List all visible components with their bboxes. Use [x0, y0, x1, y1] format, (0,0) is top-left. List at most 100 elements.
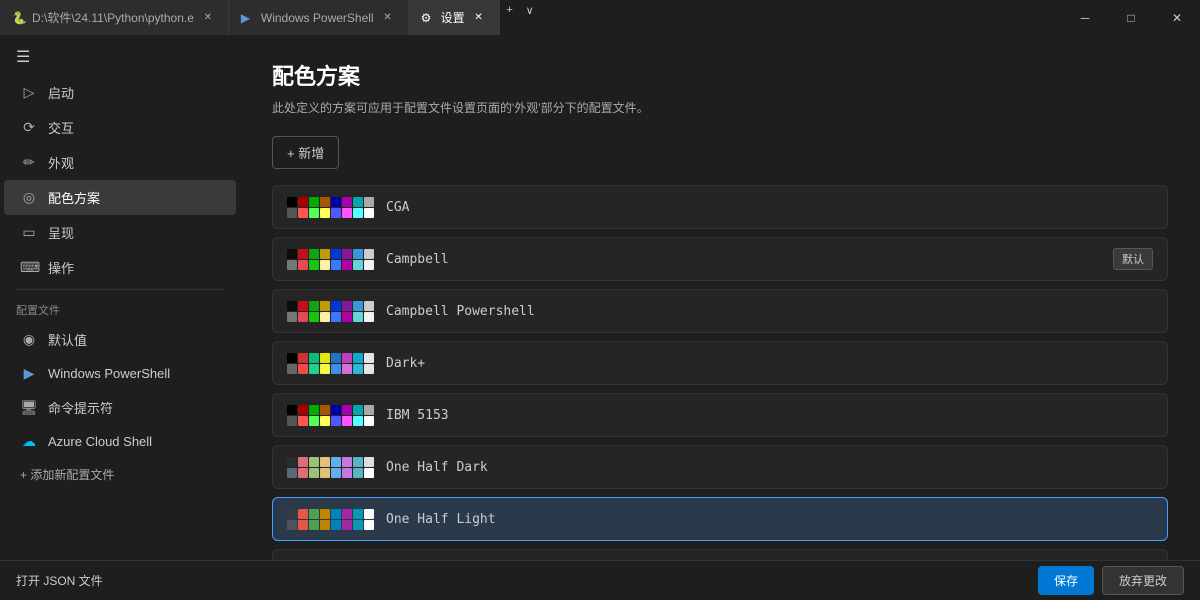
settings-tab-close[interactable]: ✕: [471, 10, 487, 26]
scheme-card-solarized-dark[interactable]: Solarized Dark: [272, 549, 1168, 560]
color-swatches-cga: [287, 197, 374, 218]
swatch: [309, 416, 319, 426]
swatch: [331, 405, 341, 415]
sidebar-item-appearance[interactable]: ✏ 外观: [4, 145, 236, 180]
settings-icon: ⚙: [421, 11, 435, 25]
sidebar-label-startup: 启动: [48, 83, 74, 102]
swatch: [331, 260, 341, 270]
sidebar-label-color-schemes: 配色方案: [48, 188, 100, 207]
swatch: [320, 468, 330, 478]
scheme-card-dark-plus[interactable]: Dark+: [272, 341, 1168, 385]
hamburger-icon[interactable]: ☰: [0, 39, 240, 75]
content-area: 配色方案 此处定义的方案可应用于配置文件设置页面的'外观'部分下的配置文件。 +…: [240, 35, 1200, 560]
powershell-tab[interactable]: ▶ Windows PowerShell ✕: [229, 0, 409, 35]
sidebar-add-profile[interactable]: + 添加新配置文件: [4, 458, 236, 491]
scheme-card-ibm-5153[interactable]: IBM 5153: [272, 393, 1168, 437]
swatch: [364, 457, 374, 467]
powershell-tab-close[interactable]: ✕: [380, 10, 396, 26]
sidebar-item-rendering[interactable]: ▭ 呈现: [4, 215, 236, 250]
close-button[interactable]: ✕: [1154, 0, 1200, 35]
swatch: [364, 509, 374, 519]
swatch: [287, 197, 297, 207]
swatch: [287, 260, 297, 270]
swatch: [320, 260, 330, 270]
scheme-card-one-half-dark[interactable]: One Half Dark: [272, 445, 1168, 489]
python-tab-close[interactable]: ✕: [200, 10, 216, 26]
open-json-button[interactable]: 打开 JSON 文件: [16, 572, 103, 589]
sidebar-label-cmd: 命令提示符: [48, 398, 113, 417]
minimize-button[interactable]: ─: [1062, 0, 1108, 35]
color-schemes-icon: ◎: [20, 189, 38, 206]
titlebar-tabs: 🐍 D:\软件\24.11\Python\python.e ✕ ▶ Window…: [0, 0, 1062, 35]
defaults-icon: ◉: [20, 331, 38, 348]
swatch: [353, 457, 363, 467]
swatch: [342, 197, 352, 207]
swatch: [331, 468, 341, 478]
sidebar-item-color-schemes[interactable]: ◎ 配色方案: [4, 180, 236, 215]
swatch: [353, 260, 363, 270]
interaction-icon: ⟳: [20, 119, 38, 136]
scheme-card-campbell[interactable]: Campbell默认: [272, 237, 1168, 281]
swatch: [287, 208, 297, 218]
swatch: [364, 468, 374, 478]
scheme-card-campbell-powershell[interactable]: Campbell Powershell: [272, 289, 1168, 333]
python-tab[interactable]: 🐍 D:\软件\24.11\Python\python.e ✕: [0, 0, 229, 35]
swatch: [309, 301, 319, 311]
swatch: [320, 208, 330, 218]
titlebar: 🐍 D:\软件\24.11\Python\python.e ✕ ▶ Window…: [0, 0, 1200, 35]
swatch: [298, 249, 308, 259]
swatch: [353, 208, 363, 218]
maximize-button[interactable]: □: [1108, 0, 1154, 35]
swatch: [298, 260, 308, 270]
swatch: [320, 197, 330, 207]
swatch: [298, 364, 308, 374]
discard-button[interactable]: 放弃更改: [1102, 566, 1184, 595]
swatch: [309, 197, 319, 207]
scheme-card-one-half-light[interactable]: One Half Light: [272, 497, 1168, 541]
swatch: [309, 353, 319, 363]
swatch: [342, 520, 352, 530]
startup-icon: ▷: [20, 84, 38, 101]
swatch: [331, 364, 341, 374]
swatch: [364, 197, 374, 207]
sidebar-item-cmd[interactable]: 🖥 命令提示符: [4, 390, 236, 425]
window-controls: ─ □ ✕: [1062, 0, 1200, 35]
swatch: [331, 197, 341, 207]
swatch: [320, 353, 330, 363]
swatch: [287, 520, 297, 530]
swatch: [320, 416, 330, 426]
swatch: [364, 405, 374, 415]
sidebar-label-windows-ps: Windows PowerShell: [48, 366, 170, 381]
swatch: [342, 249, 352, 259]
sidebar-item-interaction[interactable]: ⟳ 交互: [4, 110, 236, 145]
swatch: [320, 405, 330, 415]
add-scheme-button[interactable]: + 新增: [272, 136, 339, 169]
cmd-icon: 🖥: [20, 399, 38, 416]
sidebar-label-actions: 操作: [48, 258, 74, 277]
swatch: [287, 364, 297, 374]
sidebar-item-azure-shell[interactable]: ☁ Azure Cloud Shell: [4, 425, 236, 458]
sidebar-item-actions[interactable]: ⌨ 操作: [4, 250, 236, 285]
scheme-name: Campbell Powershell: [386, 304, 1153, 319]
swatch: [331, 509, 341, 519]
swatch: [353, 364, 363, 374]
swatch: [298, 520, 308, 530]
save-button[interactable]: 保存: [1038, 566, 1094, 595]
swatch: [287, 301, 297, 311]
swatch: [342, 260, 352, 270]
bottombar: 打开 JSON 文件 保存 放弃更改: [0, 560, 1200, 600]
scheme-list: CGA Campbell默认 Campbell Powershell Dark+ IBM…: [272, 185, 1168, 560]
swatch: [353, 405, 363, 415]
scheme-name: One Half Dark: [386, 460, 1153, 475]
scheme-card-cga[interactable]: CGA: [272, 185, 1168, 229]
settings-tab[interactable]: ⚙ 设置 ✕: [409, 0, 500, 35]
color-swatches-one-half-light: [287, 509, 374, 530]
sidebar-item-defaults[interactable]: ◉ 默认值: [4, 322, 236, 357]
sidebar-item-windows-ps[interactable]: ▶ Windows PowerShell: [4, 357, 236, 390]
color-swatches-one-half-dark: [287, 457, 374, 478]
swatch: [342, 208, 352, 218]
swatch: [364, 260, 374, 270]
sidebar-item-startup[interactable]: ▷ 启动: [4, 75, 236, 110]
tab-dropdown-button[interactable]: ∨: [520, 0, 540, 20]
new-tab-button[interactable]: +: [500, 0, 520, 20]
